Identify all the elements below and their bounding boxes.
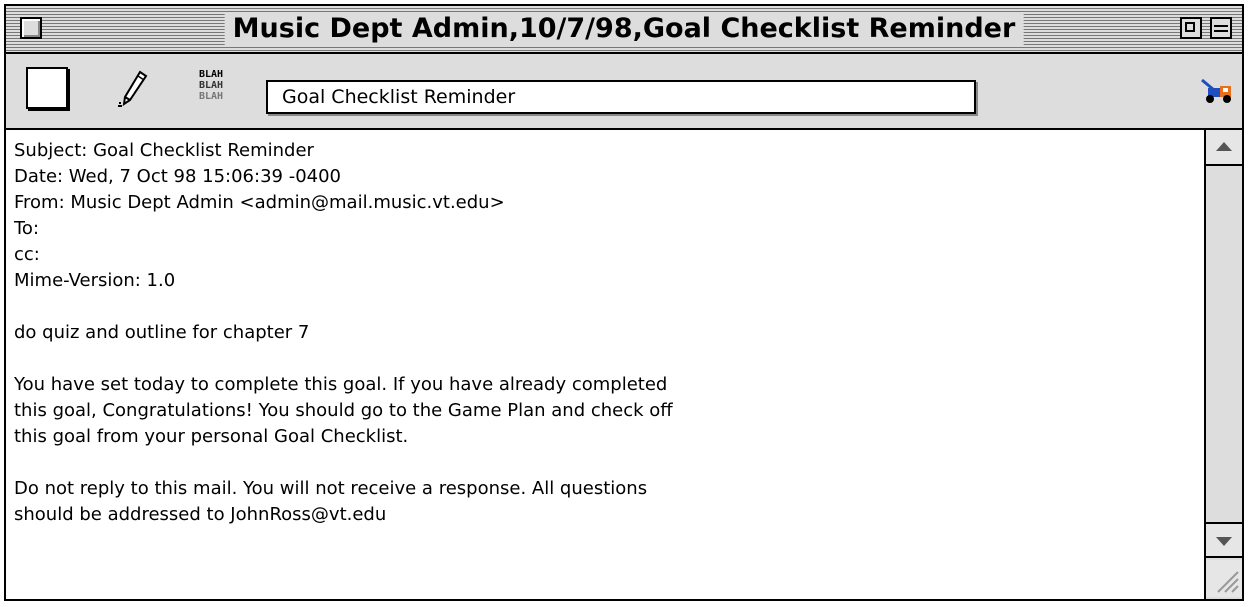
message-line: Date: Wed, 7 Oct 98 15:06:39 -0400 (14, 166, 342, 187)
message-line: cc: (14, 244, 40, 265)
collapse-box-icon[interactable] (1210, 17, 1232, 39)
scroll-up-arrow-icon[interactable] (1206, 130, 1242, 166)
vertical-scrollbar[interactable] (1204, 130, 1242, 599)
message-line: Do not reply to this mail. You will not … (14, 478, 648, 499)
close-box-icon[interactable] (20, 17, 42, 39)
message-line: You have set today to complete this goal… (14, 374, 668, 395)
pencil-icon[interactable] (114, 68, 154, 110)
scroll-track[interactable] (1206, 166, 1242, 522)
blank-button[interactable] (26, 67, 68, 109)
message-line (14, 450, 673, 476)
mail-window: Music Dept Admin,10/7/98,Goal Checklist … (4, 4, 1244, 601)
message-line: From: Music Dept Admin <admin@mail.music… (14, 192, 505, 213)
toolbar: BLAH BLAH BLAH Goal Checklist Reminder (6, 54, 1242, 130)
blah-blah-icon[interactable]: BLAH BLAH BLAH (196, 66, 236, 110)
message-line: do quiz and outline for chapter 7 (14, 322, 310, 343)
message-line: should be addressed to JohnRoss@vt.edu (14, 504, 387, 525)
message-text: Subject: Goal Checklist Reminder Date: We… (14, 138, 673, 528)
svg-text:BLAH: BLAH (199, 69, 223, 80)
svg-text:BLAH: BLAH (199, 91, 223, 102)
message-line: this goal, Congratulations! You should g… (14, 400, 673, 421)
resize-grip-icon[interactable] (1206, 560, 1242, 597)
tow-truck-icon[interactable] (1200, 78, 1234, 104)
svg-text:BLAH: BLAH (199, 80, 223, 91)
title-bar[interactable]: Music Dept Admin,10/7/98,Goal Checklist … (6, 6, 1242, 54)
message-line (14, 346, 673, 372)
subject-field[interactable]: Goal Checklist Reminder (266, 80, 976, 114)
message-line: Subject: Goal Checklist Reminder (14, 140, 314, 161)
zoom-box-icon[interactable] (1180, 17, 1202, 39)
scroll-down-arrow-icon[interactable] (1206, 522, 1242, 558)
message-line: To: (14, 218, 40, 239)
message-body[interactable]: Subject: Goal Checklist Reminder Date: We… (6, 130, 1204, 599)
message-line: this goal from your personal Goal Checkl… (14, 426, 409, 447)
message-line (14, 294, 673, 320)
message-line: Mime-Version: 1.0 (14, 270, 176, 291)
window-title: Music Dept Admin,10/7/98,Goal Checklist … (224, 12, 1024, 46)
